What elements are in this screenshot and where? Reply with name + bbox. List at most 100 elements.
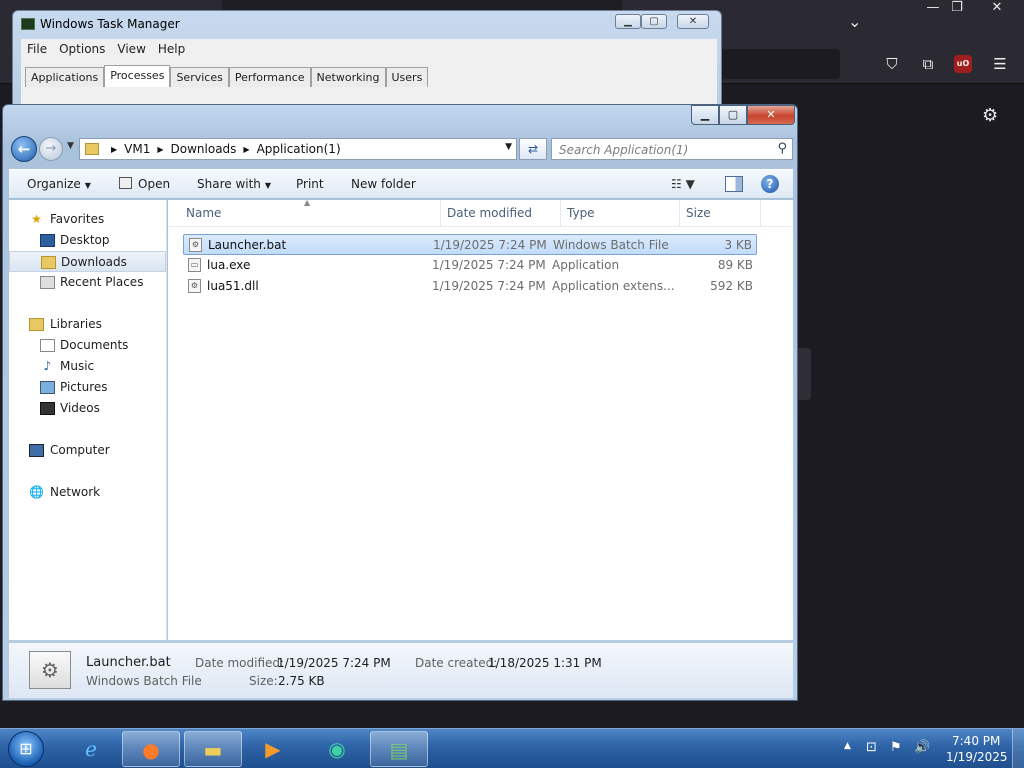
breadcrumb-downloads[interactable]: Downloads (171, 142, 237, 156)
menu-help[interactable]: Help (152, 39, 191, 61)
address-dropdown-icon[interactable]: ▼ (505, 142, 512, 152)
explorer-maximize-button[interactable]: ▢ (719, 105, 747, 125)
desktop-icon (40, 234, 55, 247)
dropdown-arrow-icon: ▼ (264, 181, 272, 190)
file-list: ▲ Name Date modified Type Size ⚙ Launche… (168, 198, 793, 640)
list-all-tabs-icon[interactable]: ⌄ (848, 12, 861, 31)
nav-computer[interactable]: Computer (9, 440, 166, 461)
recent-pages-chevron-icon[interactable]: ▼ (67, 141, 74, 151)
start-windows-icon[interactable]: ⊞ (8, 731, 44, 767)
change-view-icon[interactable]: ☷ ▼ (671, 177, 695, 191)
edge-icon[interactable]: ◉ (308, 731, 366, 767)
address-bar[interactable]: ▶ VM1 ▶ Downloads ▶ Application(1) ▼ (79, 138, 517, 160)
hamburger-menu-icon[interactable]: ☰ (990, 54, 1010, 74)
nav-videos[interactable]: Videos (9, 398, 166, 419)
forward-arrow-icon[interactable]: → (39, 137, 63, 161)
firefox-maximize-button[interactable]: ❐ (940, 0, 974, 18)
clock-date[interactable]: 1/19/2025 (946, 750, 1008, 764)
tab-users[interactable]: Users (385, 67, 429, 87)
search-input[interactable]: Search Application(1) ⚲ (551, 138, 793, 160)
batch-file-large-icon: ⚙ (29, 651, 71, 689)
column-divider[interactable] (560, 200, 561, 227)
organize-button[interactable]: Organize ▼ (27, 177, 91, 191)
breadcrumb-application[interactable]: Application(1) (257, 142, 341, 156)
details-size-label: Size: (249, 674, 278, 688)
column-name[interactable]: Name (186, 206, 221, 220)
firefox-url-bar[interactable] (720, 49, 840, 79)
firefox-scrollbar[interactable] (797, 348, 811, 400)
nav-pictures[interactable]: Pictures (9, 377, 166, 398)
explorer-window: ▁ ▢ ✕ ← → ▼ ▶ VM1 ▶ Downloads ▶ Applicat… (2, 104, 798, 701)
column-date-modified[interactable]: Date modified (447, 206, 532, 220)
tab-performance[interactable]: Performance (228, 67, 311, 87)
ublock-icon[interactable]: uO (954, 55, 972, 73)
file-type: Application extens... (552, 279, 675, 293)
explorer-minimize-button[interactable]: ▁ (691, 105, 719, 125)
windows-explorer-icon[interactable]: ▬ (184, 731, 242, 767)
network-tray-icon[interactable]: ⊡ (866, 740, 877, 755)
breadcrumb-chevron-icon[interactable]: ▶ (243, 145, 249, 154)
table-row[interactable]: ⚙ lua51.dll 1/19/2025 7:24 PM Applicatio… (183, 276, 757, 297)
batch-file-icon (119, 177, 132, 189)
nav-network[interactable]: 🌐 Network (9, 482, 166, 503)
table-row[interactable]: ⚙ Launcher.bat 1/19/2025 7:24 PM Windows… (183, 234, 757, 255)
pocket-icon[interactable]: ⛉ (882, 54, 902, 74)
task-manager-close-button[interactable]: ✕ (677, 14, 709, 29)
tab-services[interactable]: Services (170, 67, 229, 87)
column-size[interactable]: Size (686, 206, 711, 220)
videos-icon (40, 402, 55, 415)
column-divider[interactable] (760, 200, 761, 227)
back-arrow-icon[interactable]: ← (11, 136, 37, 162)
task-manager-icon[interactable]: ▤ (370, 731, 428, 767)
settings-gear-icon[interactable]: ⚙ (982, 105, 998, 126)
firefox-icon[interactable]: ● (122, 731, 180, 767)
file-name: lua.exe (207, 258, 251, 272)
explorer-close-button[interactable]: ✕ (747, 105, 795, 125)
search-icon[interactable]: ⚲ (777, 141, 787, 156)
print-button[interactable]: Print (296, 177, 324, 191)
open-button[interactable]: Open (119, 177, 170, 191)
show-hidden-icons-icon[interactable]: ▲ (844, 741, 851, 751)
menu-file[interactable]: File (21, 39, 53, 61)
breadcrumb-vm1[interactable]: VM1 (124, 142, 150, 156)
table-row[interactable]: ▭ lua.exe 1/19/2025 7:24 PM Application … (183, 255, 757, 276)
task-manager-icon (21, 18, 35, 30)
media-player-icon[interactable]: ▶ (244, 731, 302, 767)
nav-desktop[interactable]: Desktop (9, 230, 166, 251)
extensions-icon[interactable]: ⧉ (918, 54, 938, 74)
task-manager-maximize-button[interactable]: ▢ (641, 14, 667, 29)
task-manager-minimize-button[interactable]: ▁ (615, 14, 641, 29)
column-type[interactable]: Type (567, 206, 595, 220)
nav-music[interactable]: ♪ Music (9, 356, 166, 377)
nav-recent-places[interactable]: Recent Places (9, 272, 166, 293)
preview-pane-icon[interactable] (725, 176, 743, 192)
tab-networking[interactable]: Networking (310, 67, 386, 87)
internet-explorer-icon[interactable]: ℯ (62, 731, 120, 767)
nav-downloads[interactable]: Downloads (9, 251, 166, 272)
nav-favorites[interactable]: ★ Favorites (9, 209, 166, 230)
breadcrumb-chevron-icon[interactable]: ▶ (157, 145, 163, 154)
task-manager-tabs: Applications Processes Services Performa… (25, 65, 429, 87)
menu-view[interactable]: View (111, 39, 151, 61)
volume-icon[interactable]: 🔊 (914, 740, 930, 755)
menu-options[interactable]: Options (53, 39, 111, 61)
nav-libraries[interactable]: Libraries (9, 314, 166, 335)
batch-file-icon: ⚙ (189, 238, 202, 252)
help-icon[interactable]: ? (761, 175, 779, 193)
action-center-flag-icon[interactable]: ⚑ (890, 740, 902, 755)
firefox-close-button[interactable]: ✕ (980, 0, 1014, 18)
new-folder-button[interactable]: New folder (351, 177, 416, 191)
tab-processes[interactable]: Processes (104, 65, 171, 87)
show-desktop-button[interactable] (1012, 729, 1024, 768)
column-divider[interactable] (679, 200, 680, 227)
column-divider[interactable] (440, 200, 441, 227)
breadcrumb-chevron-icon[interactable]: ▶ (111, 145, 117, 154)
share-with-button[interactable]: Share with ▼ (197, 177, 271, 191)
nav-documents[interactable]: Documents (9, 335, 166, 356)
details-pane: ⚙ Launcher.bat Windows Batch File Date m… (9, 642, 793, 698)
dropdown-arrow-icon: ▼ (84, 181, 91, 190)
refresh-icon[interactable]: ⇄ (519, 138, 547, 160)
clock-time[interactable]: 7:40 PM (952, 734, 1000, 748)
details-size: 2.75 KB (278, 674, 325, 688)
tab-applications[interactable]: Applications (25, 67, 105, 87)
